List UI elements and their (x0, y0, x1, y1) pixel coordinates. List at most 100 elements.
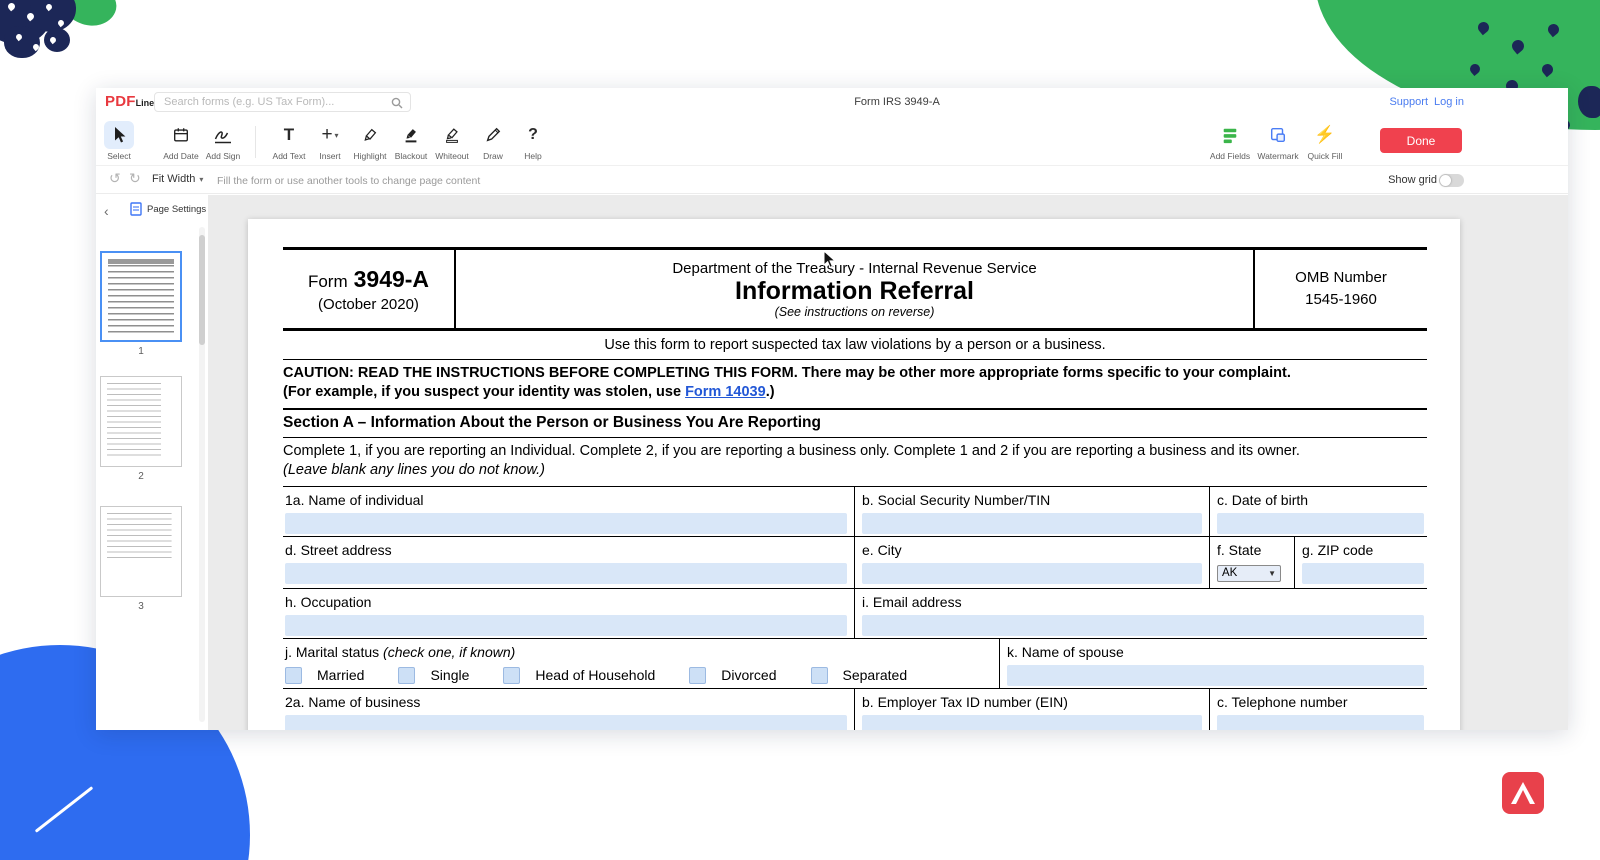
department-line: Department of the Treasury - Internal Re… (456, 260, 1253, 277)
app-window: PDFLiner Form IRS 3949-A Support Log in … (96, 88, 1568, 730)
toolbar: Select Add Date Add Sign T Add Text +▾ I… (96, 116, 1568, 166)
email-input[interactable] (862, 615, 1424, 636)
divorced-checkbox[interactable] (689, 667, 706, 684)
marital-option-single: Single (398, 667, 469, 684)
state-select[interactable]: AK ▼ (1217, 565, 1281, 582)
name-of-business-input[interactable] (285, 715, 847, 730)
done-button[interactable]: Done (1380, 128, 1462, 153)
page-3-thumbnail[interactable] (100, 506, 182, 597)
city-input[interactable] (862, 563, 1202, 584)
sub-toolbar: ↺ ↻ Fit Width▾ Fill the form or use anot… (96, 166, 1568, 194)
head-of-household-checkbox[interactable] (503, 667, 520, 684)
search-input[interactable] (155, 93, 410, 111)
field-ssn: b. Social Security Number/TIN (855, 487, 1210, 536)
highlighter-icon (361, 126, 379, 144)
single-checkbox[interactable] (398, 667, 415, 684)
select-tool-button[interactable]: Select (97, 121, 141, 161)
field-date-of-birth: c. Date of birth (1210, 487, 1427, 536)
separated-checkbox[interactable] (811, 667, 828, 684)
row-3: h. Occupation i. Email address (283, 589, 1427, 639)
field-ein: b. Employer Tax ID number (EIN) (855, 689, 1210, 730)
draw-button[interactable]: Draw (471, 121, 515, 161)
page-2-number: 2 (100, 471, 182, 482)
add-text-button[interactable]: T Add Text (267, 121, 311, 161)
marital-option-divorced: Divorced (689, 667, 776, 684)
add-sign-button[interactable]: Add Sign (201, 121, 245, 161)
page-settings-button[interactable]: Page Settings (130, 202, 206, 216)
search-icon (391, 97, 403, 109)
whiteout-button[interactable]: Whiteout (430, 121, 474, 161)
page-3-preview (107, 513, 175, 590)
support-link[interactable]: Support (1389, 96, 1428, 108)
ein-input[interactable] (862, 715, 1202, 730)
occupation-input[interactable] (285, 615, 847, 636)
top-bar: PDFLiner Form IRS 3949-A Support Log in (96, 88, 1568, 116)
chevron-down-icon: ▾ (199, 175, 203, 184)
field-marital-status: j. Marital status (check one, if known) … (283, 639, 1000, 688)
undo-icon[interactable]: ↺ (109, 170, 121, 187)
married-checkbox[interactable] (285, 667, 302, 684)
insert-button[interactable]: +▾ Insert (308, 121, 352, 161)
add-date-button[interactable]: Add Date (159, 121, 203, 161)
sidebar-scrollbar-thumb[interactable] (199, 235, 205, 345)
lightning-icon: ⚡ (1314, 125, 1335, 145)
field-occupation: h. Occupation (283, 589, 855, 638)
page-2-thumbnail[interactable] (100, 376, 182, 467)
name-of-spouse-input[interactable] (1007, 665, 1424, 686)
marital-option-head-of-household: Head of Household (503, 667, 655, 684)
marital-option-separated: Separated (811, 667, 908, 684)
page-1-number: 1 (100, 346, 182, 357)
add-fields-button[interactable]: Add Fields (1208, 121, 1252, 161)
section-a-heading: Section A – Information About the Person… (283, 410, 1427, 438)
field-telephone: c. Telephone number (1210, 689, 1427, 730)
form-subtitle: (See instructions on reverse) (456, 305, 1253, 319)
toggle-knob (1440, 175, 1451, 186)
signature-icon (213, 126, 233, 144)
field-state: f. State AK ▼ (1210, 537, 1295, 588)
section-a-instructions: Complete 1, if you are reporting an Indi… (283, 438, 1427, 486)
login-link[interactable]: Log in (1434, 96, 1464, 108)
collapse-sidebar-icon[interactable]: ‹ (104, 203, 109, 219)
help-button[interactable]: ? Help (511, 121, 555, 161)
page-1-thumbnail[interactable] (100, 251, 182, 342)
show-grid-toggle[interactable] (1439, 174, 1464, 187)
chevron-down-icon: ▼ (1268, 569, 1276, 578)
chevron-down-icon: ▾ (335, 131, 339, 140)
page-1-preview (108, 259, 174, 334)
highlight-button[interactable]: Highlight (348, 121, 392, 161)
marital-option-married: Married (285, 667, 364, 684)
document-title: Form IRS 3949-A (854, 96, 940, 108)
row-1: 1a. Name of individual b. Social Securit… (283, 487, 1427, 537)
ssn-input[interactable] (862, 513, 1202, 534)
redo-icon[interactable]: ↻ (129, 170, 141, 187)
document-area: Form3949-A (October 2020) Department of … (208, 195, 1568, 730)
page-2-preview (107, 383, 175, 460)
field-zip: g. ZIP code (1295, 537, 1427, 588)
pdfliner-logo[interactable]: PDFLiner (105, 93, 158, 112)
watermark-icon (1269, 126, 1287, 144)
row-5: 2a. Name of business b. Employer Tax ID … (283, 689, 1427, 730)
blackout-marker-icon (402, 126, 420, 144)
date-of-birth-input[interactable] (1217, 513, 1424, 534)
form-14039-link[interactable]: Form 14039 (685, 384, 766, 400)
row-2: d. Street address e. City f. State AK (283, 537, 1427, 589)
name-of-individual-input[interactable] (285, 513, 847, 534)
zoom-mode-dropdown[interactable]: Fit Width▾ (152, 173, 203, 185)
zip-input[interactable] (1302, 563, 1424, 584)
form-header-table: Form3949-A (October 2020) Department of … (283, 247, 1427, 331)
show-grid-label: Show grid (1388, 174, 1437, 186)
field-name-of-business: 2a. Name of business (283, 689, 855, 730)
pages-sidebar: ‹ Page Settings 1 2 3 (96, 195, 208, 730)
field-name-of-spouse: k. Name of spouse (1000, 639, 1427, 688)
form-number: 3949-A (354, 266, 429, 292)
watermark-button[interactable]: Watermark (1256, 121, 1300, 161)
quick-fill-button[interactable]: ⚡ Quick Fill (1303, 121, 1347, 161)
telephone-input[interactable] (1217, 715, 1424, 730)
omb-cell: OMB Number 1545-1960 (1255, 250, 1427, 328)
form-number-cell: Form3949-A (October 2020) (283, 250, 456, 328)
section-a-fields: 1a. Name of individual b. Social Securit… (283, 486, 1427, 730)
blackout-button[interactable]: Blackout (389, 121, 433, 161)
field-email: i. Email address (855, 589, 1427, 638)
street-address-input[interactable] (285, 563, 847, 584)
calendar-icon (172, 126, 190, 144)
